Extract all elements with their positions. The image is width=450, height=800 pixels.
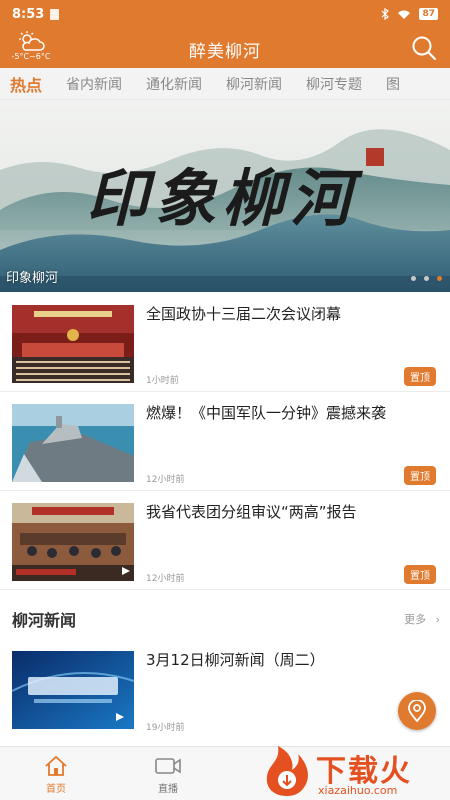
wifi-icon [398, 10, 411, 19]
search-button[interactable] [410, 34, 440, 62]
app-title: 醉美柳河 [189, 42, 261, 62]
nav-home[interactable]: 首页 [26, 755, 86, 795]
tab-hot[interactable]: 热点 [0, 72, 54, 96]
sim-icon [50, 8, 60, 20]
banner-calligraphy: 印象柳河 [86, 162, 364, 235]
liuhe-news-logo-image [12, 651, 134, 729]
news-title: 我省代表团分组审议“两高”报告 [146, 503, 357, 521]
news-time: 12小时前 [146, 475, 185, 485]
carousel-dot[interactable] [424, 276, 429, 281]
banner-calligraphy-text: 印象柳河 [86, 162, 364, 235]
tab-liuhe-news[interactable]: 柳河新闻 [214, 74, 294, 94]
category-tabs: 热点 省内新闻 通化新闻 柳河新闻 柳河专题 图 [0, 68, 450, 100]
video-camera-icon [155, 758, 181, 774]
news-title: 燃爆！《中国军队一分钟》震撼来袭 [146, 404, 387, 422]
pinned-badge: 置顶 [404, 367, 436, 386]
section-header: 柳河新闻 更多 › [0, 597, 450, 637]
nav-home-label: 首页 [46, 784, 66, 795]
news-time: 1小时前 [146, 376, 179, 386]
more-label: 更多 [404, 613, 427, 626]
battery-icon: 87 [419, 8, 438, 20]
banner-caption: 印象柳河 [6, 271, 59, 286]
news-thumbnail [12, 651, 134, 729]
news-thumbnail [12, 305, 134, 383]
status-time: 8:53 [12, 6, 45, 22]
banner-carousel[interactable]: 印象柳河 印象柳河 [0, 100, 450, 292]
pinned-badge: 置顶 [404, 466, 436, 485]
news-list: 全国政协十三届二次会议闭幕 1小时前 置顶 燃爆！《中国军队一分钟》震撼来袭 1… [0, 293, 450, 590]
warship-image [12, 404, 134, 482]
bluetooth-icon [382, 8, 390, 20]
news-time: 12小时前 [146, 574, 185, 584]
flame-logo-icon [266, 746, 308, 796]
tab-pictures[interactable]: 图 [374, 74, 412, 94]
location-fab[interactable] [398, 692, 436, 730]
conference-hall-image [12, 305, 134, 383]
news-title: 3月12日柳河新闻（周二） [146, 651, 325, 669]
news-item[interactable]: 燃爆！《中国军队一分钟》震撼来袭 12小时前 置顶 [0, 392, 450, 491]
tab-tonghua-news[interactable]: 通化新闻 [134, 74, 214, 94]
section-news-item[interactable]: 3月12日柳河新闻（周二） 19小时前 [0, 640, 450, 738]
carousel-dot[interactable] [411, 276, 416, 281]
chevron-right-icon: › [435, 613, 440, 626]
news-time: 19小时前 [146, 723, 185, 733]
news-item[interactable]: 我省代表团分组审议“两高”报告 12小时前 置顶 [0, 491, 450, 590]
app-header: -5°C~6°C 醉美柳河 [0, 28, 450, 68]
section-title: 柳河新闻 [12, 611, 77, 630]
carousel-indicator [411, 276, 442, 281]
watermark-url: xiazaihuo.com [318, 784, 398, 797]
more-link[interactable]: 更多 › [404, 611, 440, 627]
search-icon [412, 36, 437, 61]
location-icon [408, 700, 426, 722]
watermark: 下载火 xiazaihuo.com [260, 742, 450, 800]
tab-liuhe-special[interactable]: 柳河专题 [294, 74, 374, 94]
news-item[interactable]: 全国政协十三届二次会议闭幕 1小时前 置顶 [0, 293, 450, 392]
news-thumbnail [12, 404, 134, 482]
meeting-room-image [12, 503, 134, 581]
pinned-badge: 置顶 [404, 565, 436, 584]
nav-live-label: 直播 [158, 784, 178, 795]
nav-live[interactable]: 直播 [138, 755, 198, 795]
tab-province-news[interactable]: 省内新闻 [54, 74, 134, 94]
carousel-dot-active[interactable] [437, 276, 442, 281]
home-icon [45, 755, 67, 776]
news-thumbnail [12, 503, 134, 581]
status-bar: 8:53 87 [0, 0, 450, 28]
news-title: 全国政协十三届二次会议闭幕 [146, 305, 342, 323]
